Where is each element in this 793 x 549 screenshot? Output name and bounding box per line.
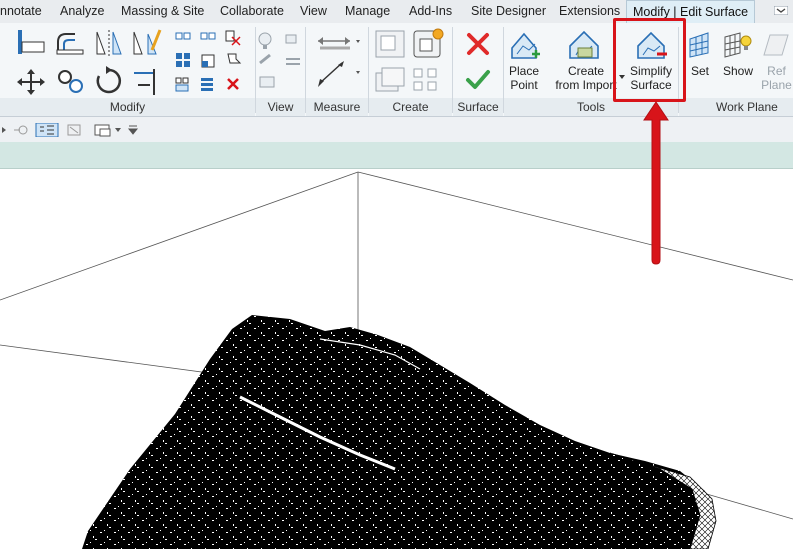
3d-viewport[interactable]: [0, 169, 793, 549]
tab-view[interactable]: View: [300, 0, 327, 23]
toposurface[interactable]: [82, 315, 708, 549]
show-work-plane-label[interactable]: Show: [720, 64, 756, 78]
ribbon-collapse-icon[interactable]: [774, 6, 788, 15]
toposurface-view[interactable]: [0, 169, 793, 549]
rotate-icon[interactable]: [93, 65, 125, 97]
highlight-box-simplify-surface: [613, 18, 686, 102]
panel-label-modify: Modify: [109, 100, 146, 114]
callout-arrow-icon: [643, 101, 669, 265]
tab-collaborate[interactable]: Collaborate: [220, 0, 284, 23]
tab-manage[interactable]: Manage: [345, 0, 390, 23]
ref-plane-icon[interactable]: [762, 31, 790, 59]
mirror-draw-axis-icon[interactable]: [130, 28, 164, 58]
cancel-edit-surface-icon[interactable]: [465, 32, 491, 56]
create-component-icon[interactable]: [374, 29, 406, 59]
ref-plane-label-line2[interactable]: Plane: [760, 78, 793, 92]
tab-annotate[interactable]: nnotate: [0, 0, 42, 23]
ref-plane-label-line1[interactable]: Ref: [760, 64, 793, 78]
show-work-plane-icon[interactable]: [722, 31, 754, 59]
tab-site-designer[interactable]: Site Designer: [471, 0, 546, 23]
offset-icon[interactable]: [55, 28, 87, 58]
section-box-edge: [0, 171, 359, 301]
tab-extensions[interactable]: Extensions: [559, 0, 620, 23]
copy-icon[interactable]: [55, 67, 87, 97]
set-work-plane-label[interactable]: Set: [684, 64, 716, 78]
panel-label-view: View: [267, 100, 294, 114]
view-panel-icons[interactable]: [256, 29, 304, 95]
place-point-label-line2[interactable]: Point: [504, 78, 544, 92]
quick-access-icons[interactable]: [0, 123, 150, 137]
align-icon[interactable]: [14, 28, 48, 58]
modify-secondary-icons[interactable]: [174, 75, 244, 95]
split-tools-icon[interactable]: [174, 29, 244, 49]
mirror-pick-axis-icon[interactable]: [93, 28, 125, 58]
create-from-import-label-line1[interactable]: Create: [550, 64, 622, 78]
move-icon[interactable]: [14, 67, 48, 97]
panel-label-measure: Measure: [313, 100, 361, 114]
tab-add-ins[interactable]: Add-Ins: [409, 0, 452, 23]
measure-icons[interactable]: [314, 31, 364, 93]
context-bar: [0, 142, 793, 169]
panel-label-surface: Surface: [457, 100, 499, 114]
tab-massing-site[interactable]: Massing & Site: [121, 0, 204, 23]
place-point-label-line1[interactable]: Place: [504, 64, 544, 78]
set-work-plane-icon[interactable]: [686, 31, 714, 59]
tab-analyze[interactable]: Analyze: [60, 0, 104, 23]
array-scale-pin-icons[interactable]: [174, 51, 244, 69]
options-bar: [0, 117, 793, 143]
trim-extend-icon[interactable]: [130, 67, 164, 97]
create-from-import-label-line2[interactable]: from Import: [550, 78, 622, 92]
place-point-icon[interactable]: [508, 28, 542, 62]
create-from-import-icon[interactable]: [566, 28, 602, 62]
section-box-edge: [357, 171, 793, 281]
finish-surface-icon[interactable]: [465, 67, 491, 91]
create-group-icon[interactable]: [412, 27, 446, 59]
create-secondary-icons[interactable]: [374, 65, 444, 95]
panel-label-work-plane: Work Plane: [716, 100, 778, 114]
panel-label-create: Create: [392, 100, 429, 114]
